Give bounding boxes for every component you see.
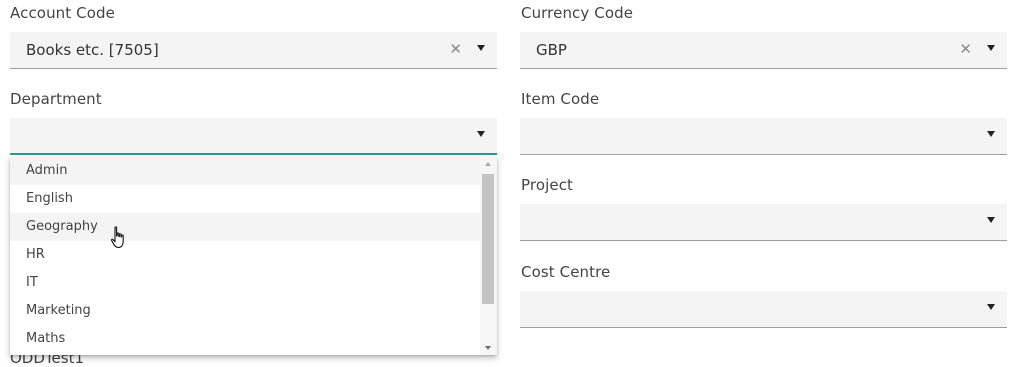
hand-pointer-icon [110, 226, 124, 249]
account-code-select[interactable]: Books etc. [7505] ✕ [10, 32, 497, 69]
dropdown-option-hr[interactable]: HR [10, 241, 480, 269]
dropdown-option-admin[interactable]: Admin [10, 157, 480, 185]
account-code-clear-icon[interactable]: ✕ [449, 40, 462, 58]
dropdown-option-marketing[interactable]: Marketing [10, 297, 480, 325]
currency-code-value: GBP [536, 41, 567, 59]
account-code-caret-down-icon[interactable] [477, 45, 485, 51]
currency-code-select[interactable]: GBP ✕ [520, 32, 1007, 69]
cost-centre-label: Cost Centre [521, 263, 611, 281]
scroll-up-arrow-icon[interactable] [485, 162, 491, 166]
item-code-label: Item Code [521, 90, 600, 108]
item-code-caret-down-icon[interactable] [987, 131, 995, 137]
dropdown-option-english[interactable]: English [10, 185, 480, 213]
currency-code-caret-down-icon[interactable] [987, 45, 995, 51]
project-select[interactable] [520, 204, 1007, 241]
currency-code-label: Currency Code [521, 4, 634, 22]
dropdown-scrollbar[interactable] [480, 157, 497, 355]
transaction-coding-form: Account Code Books etc. [7505] ✕ Departm… [0, 0, 1014, 367]
cost-centre-select[interactable] [520, 291, 1007, 328]
department-select[interactable] [10, 118, 497, 155]
project-caret-down-icon[interactable] [987, 217, 995, 223]
department-caret-down-icon[interactable] [477, 131, 485, 137]
item-code-select[interactable] [520, 118, 1007, 155]
department-label: Department [10, 90, 102, 108]
account-code-label: Account Code [10, 4, 115, 22]
dropdown-option-it[interactable]: IT [10, 269, 480, 297]
cost-centre-caret-down-icon[interactable] [987, 304, 995, 310]
dropdown-option-maths[interactable]: Maths [10, 325, 480, 353]
scroll-thumb[interactable] [482, 174, 494, 304]
currency-code-clear-icon[interactable]: ✕ [959, 40, 972, 58]
account-code-value: Books etc. [7505] [26, 41, 159, 59]
project-label: Project [521, 176, 574, 194]
dropdown-option-geography[interactable]: Geography [10, 213, 480, 241]
department-dropdown-list: Admin English Geography HR IT Marketing … [10, 157, 497, 355]
scroll-down-arrow-icon[interactable] [485, 346, 491, 350]
